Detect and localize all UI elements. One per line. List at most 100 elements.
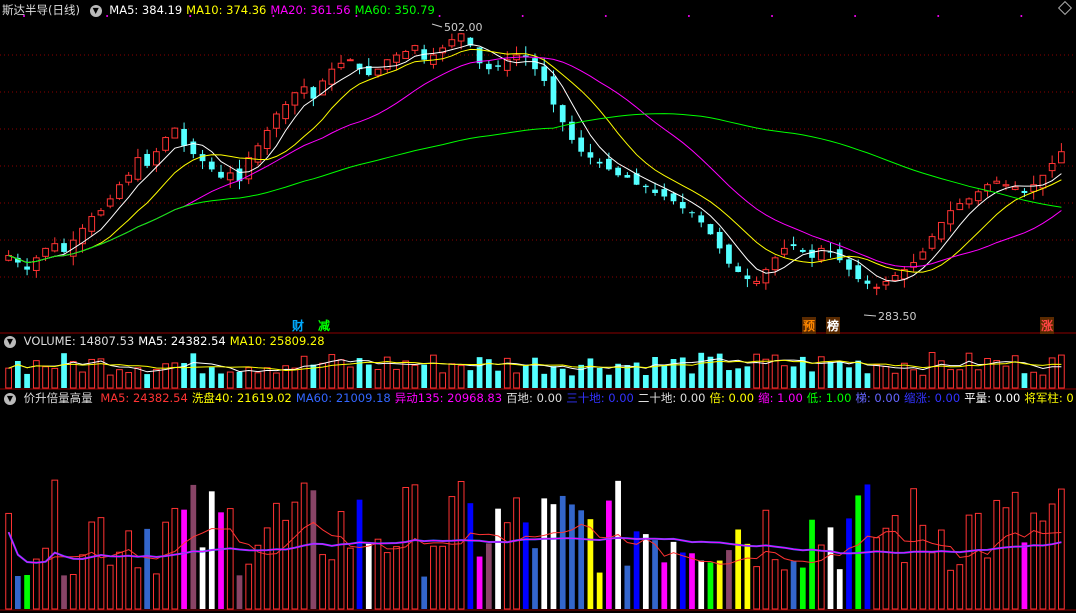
candle-10[interactable] bbox=[97, 208, 105, 217]
candle-14[interactable] bbox=[134, 148, 142, 182]
event-marker-1[interactable]: 减 bbox=[318, 317, 330, 334]
candle-48[interactable] bbox=[448, 33, 456, 49]
candle-52[interactable] bbox=[485, 60, 492, 75]
candle-96[interactable] bbox=[891, 271, 899, 282]
candle-89[interactable] bbox=[827, 242, 834, 258]
candle-8[interactable] bbox=[79, 224, 86, 253]
candle-85[interactable] bbox=[790, 236, 797, 250]
candle-66[interactable] bbox=[615, 166, 621, 178]
candle-93[interactable] bbox=[864, 275, 871, 290]
candle-35[interactable] bbox=[328, 62, 336, 91]
candle-44[interactable] bbox=[411, 44, 419, 55]
candle-97[interactable] bbox=[901, 266, 908, 288]
volume-bar-94 bbox=[873, 364, 881, 389]
candle-91[interactable] bbox=[846, 258, 852, 277]
candle-33[interactable] bbox=[310, 85, 317, 107]
candle-42[interactable] bbox=[393, 52, 400, 70]
candle-88[interactable] bbox=[817, 245, 825, 263]
candle-29[interactable] bbox=[273, 111, 280, 138]
candle-67[interactable] bbox=[624, 172, 631, 178]
candle-19[interactable] bbox=[181, 122, 187, 152]
indicator-bar-99 bbox=[919, 524, 927, 610]
candle-3[interactable] bbox=[32, 255, 40, 278]
candle-50[interactable] bbox=[467, 37, 474, 48]
candle-99[interactable] bbox=[919, 247, 927, 260]
candle-63[interactable] bbox=[587, 143, 594, 165]
candle-82[interactable] bbox=[762, 267, 770, 290]
candle-95[interactable] bbox=[882, 276, 890, 290]
candle-111[interactable] bbox=[1030, 175, 1038, 200]
candle-56[interactable] bbox=[522, 46, 529, 66]
candle-22[interactable] bbox=[208, 157, 215, 172]
candle-12[interactable] bbox=[116, 181, 123, 200]
volume-toggle-icon[interactable]: ▼ bbox=[4, 335, 16, 348]
candle-17[interactable] bbox=[162, 136, 169, 153]
candle-62[interactable] bbox=[578, 130, 585, 157]
candle-11[interactable] bbox=[106, 194, 114, 209]
candle-76[interactable] bbox=[707, 223, 714, 235]
candle-30[interactable] bbox=[282, 101, 290, 125]
event-marker-2[interactable]: 预 bbox=[802, 317, 817, 334]
candle-104[interactable] bbox=[965, 197, 973, 209]
candle-75[interactable] bbox=[698, 211, 705, 228]
candle-43[interactable] bbox=[402, 49, 410, 59]
candle-107[interactable] bbox=[993, 176, 1001, 185]
candle-6[interactable] bbox=[61, 238, 67, 254]
candle-54[interactable] bbox=[503, 51, 511, 77]
candle-68[interactable] bbox=[633, 168, 640, 186]
candle-84[interactable] bbox=[780, 239, 788, 258]
candle-23[interactable] bbox=[218, 164, 224, 179]
candle-31[interactable] bbox=[291, 91, 299, 115]
candle-79[interactable] bbox=[735, 262, 742, 273]
candle-94[interactable] bbox=[873, 283, 881, 296]
candle-78[interactable] bbox=[726, 243, 732, 268]
candle-98[interactable] bbox=[910, 253, 917, 272]
event-marker-0[interactable]: 财 bbox=[292, 317, 304, 334]
candle-32[interactable] bbox=[300, 78, 308, 99]
indicator-bar-71 bbox=[661, 562, 668, 609]
candle-102[interactable] bbox=[947, 201, 954, 232]
candle-60[interactable] bbox=[559, 104, 566, 132]
candle-114[interactable] bbox=[1058, 143, 1065, 164]
candle-61[interactable] bbox=[569, 115, 575, 144]
candle-1[interactable] bbox=[14, 253, 21, 268]
event-marker-3[interactable]: 榜 bbox=[826, 317, 841, 334]
candlesticks[interactable] bbox=[5, 33, 1065, 296]
candle-87[interactable] bbox=[809, 244, 815, 267]
indicator-bars[interactable] bbox=[5, 479, 1065, 610]
candle-71[interactable] bbox=[661, 183, 668, 201]
candle-36[interactable] bbox=[337, 55, 345, 70]
candle-77[interactable] bbox=[716, 227, 723, 254]
candle-101[interactable] bbox=[937, 221, 945, 243]
candle-113[interactable] bbox=[1048, 155, 1056, 178]
candle-74[interactable] bbox=[689, 210, 695, 218]
candle-18[interactable] bbox=[171, 127, 179, 139]
candle-26[interactable] bbox=[245, 151, 253, 185]
indicator-bar-94 bbox=[873, 537, 881, 610]
candle-81[interactable] bbox=[753, 276, 760, 287]
candle-64[interactable] bbox=[596, 158, 603, 168]
candle-103[interactable] bbox=[956, 198, 964, 211]
candle-27[interactable] bbox=[254, 142, 262, 166]
candle-13[interactable] bbox=[125, 171, 133, 186]
candle-20[interactable] bbox=[190, 138, 197, 159]
candle-69[interactable] bbox=[642, 184, 649, 194]
candle-65[interactable] bbox=[606, 152, 612, 171]
candle-80[interactable] bbox=[744, 268, 751, 288]
volume-bars[interactable] bbox=[5, 352, 1065, 389]
candle-body-3 bbox=[32, 257, 40, 271]
candle-46[interactable] bbox=[430, 47, 437, 69]
collapse-toggle-icon[interactable]: ▼ bbox=[89, 4, 102, 17]
candle-9[interactable] bbox=[88, 212, 96, 237]
candle-28[interactable] bbox=[263, 126, 271, 155]
candle-53[interactable] bbox=[495, 60, 501, 71]
candle-100[interactable] bbox=[928, 233, 936, 251]
candle-15[interactable] bbox=[144, 149, 151, 169]
candle-2[interactable] bbox=[24, 258, 30, 276]
candle-86[interactable] bbox=[799, 247, 806, 254]
candle-37[interactable] bbox=[346, 58, 354, 62]
event-marker-4[interactable]: 涨 bbox=[1040, 317, 1055, 334]
indicator-toggle-icon[interactable]: ▼ bbox=[4, 392, 16, 405]
candle-25[interactable] bbox=[236, 159, 243, 190]
stock-chart[interactable]: 502.00 283.50 bbox=[0, 0, 1076, 613]
